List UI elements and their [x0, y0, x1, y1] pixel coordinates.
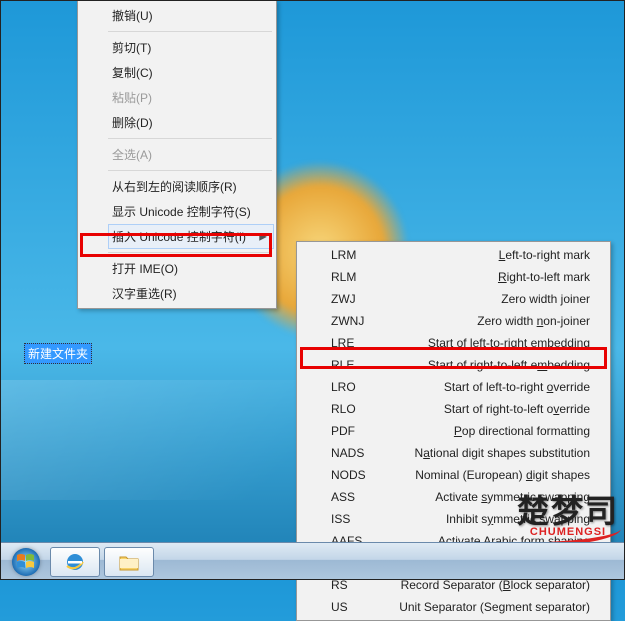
unicode-description: Unit Separator (Segment separator)	[399, 600, 590, 614]
unicode-code: NADS	[331, 446, 381, 460]
unicode-code: RLE	[331, 358, 381, 372]
submenu-item-zwnj[interactable]: ZWNJ Zero width non-joiner	[327, 310, 608, 332]
submenu-arrow-icon: ▶	[259, 231, 267, 242]
unicode-code: US	[331, 600, 381, 614]
submenu-item-rlm[interactable]: RLM Right-to-left mark	[327, 266, 608, 288]
taskbar-explorer-button[interactable]	[104, 547, 154, 577]
unicode-description: Pop directional formatting	[454, 424, 590, 438]
unicode-description: Activate symmetric swapping	[435, 490, 590, 504]
submenu-item-zwj[interactable]: ZWJ Zero width joiner	[327, 288, 608, 310]
folder-icon	[118, 552, 140, 572]
menu-gutter	[80, 3, 106, 306]
menu-item[interactable]: 从右到左的阅读顺序(R)	[108, 174, 274, 199]
context-menu: 撤销(U) 剪切(T)复制(C)粘贴(P)删除(D) 全选(A) 从右到左的阅读顺序(…	[77, 0, 277, 309]
unicode-code: RLO	[331, 402, 381, 416]
submenu-item-lro[interactable]: LRO Start of left-to-right override	[327, 376, 608, 398]
ie-icon	[64, 551, 86, 573]
unicode-code: ISS	[331, 512, 381, 526]
unicode-code: RLM	[331, 270, 381, 284]
menu-separator	[108, 252, 272, 253]
unicode-description: Left-to-right mark	[499, 248, 590, 262]
taskbar-ie-button[interactable]	[50, 547, 100, 577]
submenu-item-nods[interactable]: NODS Nominal (European) digit shapes	[327, 464, 608, 486]
unicode-description: Start of right-to-left override	[444, 402, 590, 416]
submenu-item-ass[interactable]: ASS Activate symmetric swapping	[327, 486, 608, 508]
submenu-item-iss[interactable]: ISS Inhibit symmetric swapping	[327, 508, 608, 530]
submenu-item-lre[interactable]: LRE Start of left-to-right embedding	[327, 332, 608, 354]
unicode-description: Right-to-left mark	[498, 270, 590, 284]
unicode-code: LRM	[331, 248, 381, 262]
submenu-item-rle[interactable]: RLE Start of right-to-left embedding	[327, 354, 608, 376]
unicode-code: LRO	[331, 380, 381, 394]
menu-item[interactable]: 汉字重选(R)	[108, 281, 274, 306]
menu-item[interactable]: 撤销(U)	[108, 3, 274, 28]
menu-separator	[108, 170, 272, 171]
unicode-code: PDF	[331, 424, 381, 438]
unicode-code: LRE	[331, 336, 381, 350]
submenu-item-rlo[interactable]: RLO Start of right-to-left override	[327, 398, 608, 420]
submenu-item-pdf[interactable]: PDF Pop directional formatting	[327, 420, 608, 442]
unicode-description: National digit shapes substitution	[415, 446, 590, 460]
desktop[interactable]: 新建文件夹 撤销(U) 剪切(T)复制(C)粘贴(P)删除(D) 全选(A) 从右到左…	[0, 0, 625, 580]
unicode-description: Zero width non-joiner	[477, 314, 590, 328]
menu-item: 粘贴(P)	[108, 85, 274, 110]
menu-separator	[108, 31, 272, 32]
unicode-code: RS	[331, 578, 381, 592]
unicode-description: Start of left-to-right override	[444, 380, 590, 394]
menu-item[interactable]: 插入 Unicode 控制字符(I)▶	[108, 224, 274, 249]
submenu-item-lrm[interactable]: LRM Left-to-right mark	[327, 244, 608, 266]
menu-item: 全选(A)	[108, 142, 274, 167]
unicode-description: Record Separator (Block separator)	[401, 578, 590, 592]
submenu-item-us[interactable]: US Unit Separator (Segment separator)	[327, 596, 608, 618]
unicode-code: ASS	[331, 490, 381, 504]
selected-file-label[interactable]: 新建文件夹	[24, 343, 92, 364]
windows-logo-icon	[11, 547, 41, 577]
unicode-code: ZWJ	[331, 292, 381, 306]
start-button[interactable]	[6, 546, 46, 578]
menu-separator	[108, 138, 272, 139]
unicode-code: NODS	[331, 468, 381, 482]
unicode-description: Nominal (European) digit shapes	[415, 468, 590, 482]
unicode-description: Start of right-to-left embedding	[428, 358, 590, 372]
unicode-description: Start of left-to-right embedding	[428, 336, 590, 350]
menu-item[interactable]: 显示 Unicode 控制字符(S)	[108, 199, 274, 224]
menu-item[interactable]: 剪切(T)	[108, 35, 274, 60]
unicode-code: ZWNJ	[331, 314, 381, 328]
submenu-item-nads[interactable]: NADS National digit shapes substitution	[327, 442, 608, 464]
unicode-description: Zero width joiner	[501, 292, 590, 306]
taskbar[interactable]	[0, 542, 625, 580]
menu-item[interactable]: 打开 IME(O)	[108, 256, 274, 281]
unicode-description: Inhibit symmetric swapping	[446, 512, 590, 526]
menu-item[interactable]: 复制(C)	[108, 60, 274, 85]
menu-item[interactable]: 删除(D)	[108, 110, 274, 135]
